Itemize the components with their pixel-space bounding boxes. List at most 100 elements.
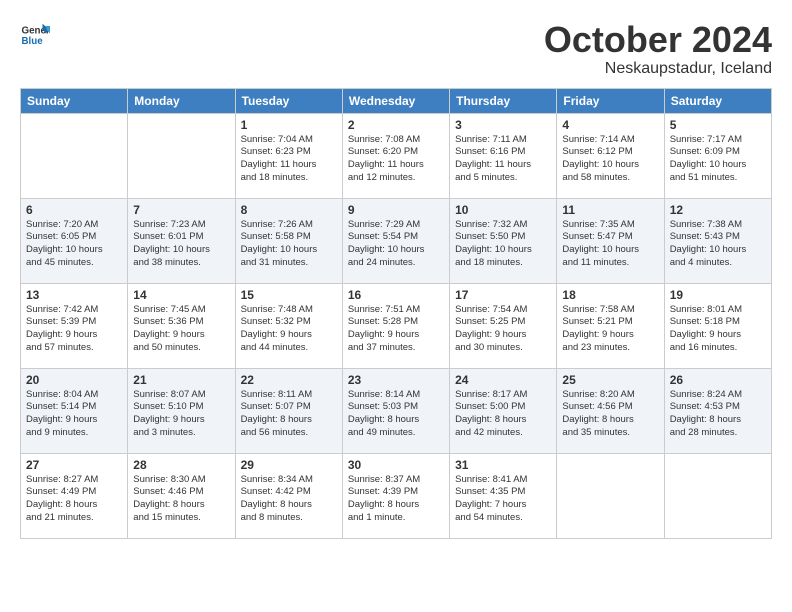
weekday-header-monday: Monday bbox=[128, 88, 235, 113]
calendar-cell: 3 Sunrise: 7:11 AM Sunset: 6:16 PM Daylig… bbox=[450, 113, 557, 198]
calendar-cell: 31Sunrise: 8:41 AM Sunset: 4:35 PM Dayli… bbox=[450, 453, 557, 538]
day-info: Sunrise: 8:11 AM Sunset: 5:07 PM Dayligh… bbox=[241, 389, 337, 440]
calendar-cell: 6 Sunrise: 7:20 AM Sunset: 6:05 PM Daylig… bbox=[21, 198, 128, 283]
calendar-cell: 20 Sunrise: 8:04 AM Sunset: 5:14 PM Dayli… bbox=[21, 368, 128, 453]
day-info: Sunrise: 8:27 AM Sunset: 4:49 PM Dayligh… bbox=[26, 474, 122, 525]
calendar-cell: 10 Sunrise: 7:32 AM Sunset: 5:50 PM Dayli… bbox=[450, 198, 557, 283]
day-info: Sunrise: 7:51 AM Sunset: 5:28 PM Dayligh… bbox=[348, 304, 444, 355]
calendar-cell: 26 Sunrise: 8:24 AM Sunset: 4:53 PM Dayli… bbox=[664, 368, 771, 453]
day-number: 10 bbox=[455, 203, 551, 217]
calendar-cell: 4 Sunrise: 7:14 AM Sunset: 6:12 PM Daylig… bbox=[557, 113, 664, 198]
day-number: 26 bbox=[670, 373, 766, 387]
day-number: 25 bbox=[562, 373, 658, 387]
day-info: Sunrise: 7:42 AM Sunset: 5:39 PM Dayligh… bbox=[26, 304, 122, 355]
day-info: Sunrise: 8:07 AM Sunset: 5:10 PM Dayligh… bbox=[133, 389, 229, 440]
calendar-cell: 18 Sunrise: 7:58 AM Sunset: 5:21 PM Dayli… bbox=[557, 283, 664, 368]
location-title: Neskaupstadur, Iceland bbox=[544, 60, 772, 78]
day-number: 24 bbox=[455, 373, 551, 387]
calendar-cell: 7 Sunrise: 7:23 AM Sunset: 6:01 PM Daylig… bbox=[128, 198, 235, 283]
day-number: 11 bbox=[562, 203, 658, 217]
day-info: Sunrise: 8:14 AM Sunset: 5:03 PM Dayligh… bbox=[348, 389, 444, 440]
day-number: 17 bbox=[455, 288, 551, 302]
title-area: October 2024 Neskaupstadur, Iceland bbox=[544, 20, 772, 78]
weekday-header-row: SundayMondayTuesdayWednesdayThursdayFrid… bbox=[21, 88, 772, 113]
day-info: Sunrise: 8:30 AM Sunset: 4:46 PM Dayligh… bbox=[133, 474, 229, 525]
calendar-cell: 12Sunrise: 7:38 AM Sunset: 5:43 PM Dayli… bbox=[664, 198, 771, 283]
day-number: 22 bbox=[241, 373, 337, 387]
calendar-cell: 25 Sunrise: 8:20 AM Sunset: 4:56 PM Dayli… bbox=[557, 368, 664, 453]
calendar-cell: 16 Sunrise: 7:51 AM Sunset: 5:28 PM Dayli… bbox=[342, 283, 449, 368]
calendar-week-1: 1Sunrise: 7:04 AM Sunset: 6:23 PM Daylig… bbox=[21, 113, 772, 198]
day-info: Sunrise: 7:26 AM Sunset: 5:58 PM Dayligh… bbox=[241, 219, 337, 270]
day-number: 16 bbox=[348, 288, 444, 302]
day-info: Sunrise: 8:04 AM Sunset: 5:14 PM Dayligh… bbox=[26, 389, 122, 440]
day-info: Sunrise: 7:54 AM Sunset: 5:25 PM Dayligh… bbox=[455, 304, 551, 355]
calendar-cell: 13 Sunrise: 7:42 AM Sunset: 5:39 PM Dayli… bbox=[21, 283, 128, 368]
day-info: Sunrise: 7:45 AM Sunset: 5:36 PM Dayligh… bbox=[133, 304, 229, 355]
calendar-cell: 9Sunrise: 7:29 AM Sunset: 5:54 PM Daylig… bbox=[342, 198, 449, 283]
day-number: 31 bbox=[455, 458, 551, 472]
day-info: Sunrise: 7:35 AM Sunset: 5:47 PM Dayligh… bbox=[562, 219, 658, 270]
day-info: Sunrise: 8:24 AM Sunset: 4:53 PM Dayligh… bbox=[670, 389, 766, 440]
day-info: Sunrise: 7:20 AM Sunset: 6:05 PM Dayligh… bbox=[26, 219, 122, 270]
day-number: 8 bbox=[241, 203, 337, 217]
calendar-week-2: 6 Sunrise: 7:20 AM Sunset: 6:05 PM Daylig… bbox=[21, 198, 772, 283]
day-info: Sunrise: 8:17 AM Sunset: 5:00 PM Dayligh… bbox=[455, 389, 551, 440]
day-info: Sunrise: 8:20 AM Sunset: 4:56 PM Dayligh… bbox=[562, 389, 658, 440]
day-info: Sunrise: 7:58 AM Sunset: 5:21 PM Dayligh… bbox=[562, 304, 658, 355]
day-number: 7 bbox=[133, 203, 229, 217]
calendar-cell: 17 Sunrise: 7:54 AM Sunset: 5:25 PM Dayli… bbox=[450, 283, 557, 368]
day-number: 20 bbox=[26, 373, 122, 387]
calendar-cell bbox=[557, 453, 664, 538]
calendar-cell bbox=[128, 113, 235, 198]
day-info: Sunrise: 7:11 AM Sunset: 6:16 PM Dayligh… bbox=[455, 134, 551, 185]
logo-icon: General Blue bbox=[20, 20, 50, 50]
day-number: 21 bbox=[133, 373, 229, 387]
day-info: Sunrise: 7:14 AM Sunset: 6:12 PM Dayligh… bbox=[562, 134, 658, 185]
calendar-week-5: 27 Sunrise: 8:27 AM Sunset: 4:49 PM Dayli… bbox=[21, 453, 772, 538]
calendar-cell: 23 Sunrise: 8:14 AM Sunset: 5:03 PM Dayli… bbox=[342, 368, 449, 453]
calendar-week-3: 13 Sunrise: 7:42 AM Sunset: 5:39 PM Dayli… bbox=[21, 283, 772, 368]
day-number: 18 bbox=[562, 288, 658, 302]
day-number: 3 bbox=[455, 118, 551, 132]
day-info: Sunrise: 7:48 AM Sunset: 5:32 PM Dayligh… bbox=[241, 304, 337, 355]
calendar-cell: 1Sunrise: 7:04 AM Sunset: 6:23 PM Daylig… bbox=[235, 113, 342, 198]
calendar-cell: 15 Sunrise: 7:48 AM Sunset: 5:32 PM Dayli… bbox=[235, 283, 342, 368]
day-number: 1 bbox=[241, 118, 337, 132]
weekday-header-friday: Friday bbox=[557, 88, 664, 113]
weekday-header-thursday: Thursday bbox=[450, 88, 557, 113]
calendar-cell bbox=[664, 453, 771, 538]
day-info: Sunrise: 7:17 AM Sunset: 6:09 PM Dayligh… bbox=[670, 134, 766, 185]
day-info: Sunrise: 8:01 AM Sunset: 5:18 PM Dayligh… bbox=[670, 304, 766, 355]
calendar-cell: 29 Sunrise: 8:34 AM Sunset: 4:42 PM Dayli… bbox=[235, 453, 342, 538]
weekday-header-saturday: Saturday bbox=[664, 88, 771, 113]
day-info: Sunrise: 7:23 AM Sunset: 6:01 PM Dayligh… bbox=[133, 219, 229, 270]
logo: General Blue bbox=[20, 20, 50, 50]
day-info: Sunrise: 7:32 AM Sunset: 5:50 PM Dayligh… bbox=[455, 219, 551, 270]
svg-text:Blue: Blue bbox=[22, 36, 44, 47]
calendar-table: SundayMondayTuesdayWednesdayThursdayFrid… bbox=[20, 88, 772, 539]
day-number: 27 bbox=[26, 458, 122, 472]
page-header: General Blue October 2024 Neskaupstadur,… bbox=[20, 20, 772, 78]
day-number: 4 bbox=[562, 118, 658, 132]
calendar-week-4: 20 Sunrise: 8:04 AM Sunset: 5:14 PM Dayli… bbox=[21, 368, 772, 453]
day-number: 14 bbox=[133, 288, 229, 302]
day-info: Sunrise: 8:37 AM Sunset: 4:39 PM Dayligh… bbox=[348, 474, 444, 525]
day-number: 15 bbox=[241, 288, 337, 302]
calendar-cell: 19Sunrise: 8:01 AM Sunset: 5:18 PM Dayli… bbox=[664, 283, 771, 368]
day-info: Sunrise: 7:38 AM Sunset: 5:43 PM Dayligh… bbox=[670, 219, 766, 270]
calendar-cell: 5Sunrise: 7:17 AM Sunset: 6:09 PM Daylig… bbox=[664, 113, 771, 198]
day-info: Sunrise: 8:34 AM Sunset: 4:42 PM Dayligh… bbox=[241, 474, 337, 525]
calendar-cell: 30 Sunrise: 8:37 AM Sunset: 4:39 PM Dayli… bbox=[342, 453, 449, 538]
day-number: 29 bbox=[241, 458, 337, 472]
day-number: 30 bbox=[348, 458, 444, 472]
day-number: 13 bbox=[26, 288, 122, 302]
calendar-cell: 14 Sunrise: 7:45 AM Sunset: 5:36 PM Dayli… bbox=[128, 283, 235, 368]
day-number: 6 bbox=[26, 203, 122, 217]
day-number: 23 bbox=[348, 373, 444, 387]
weekday-header-tuesday: Tuesday bbox=[235, 88, 342, 113]
day-number: 28 bbox=[133, 458, 229, 472]
day-info: Sunrise: 7:29 AM Sunset: 5:54 PM Dayligh… bbox=[348, 219, 444, 270]
calendar-cell: 8 Sunrise: 7:26 AM Sunset: 5:58 PM Daylig… bbox=[235, 198, 342, 283]
day-info: Sunrise: 7:08 AM Sunset: 6:20 PM Dayligh… bbox=[348, 134, 444, 185]
